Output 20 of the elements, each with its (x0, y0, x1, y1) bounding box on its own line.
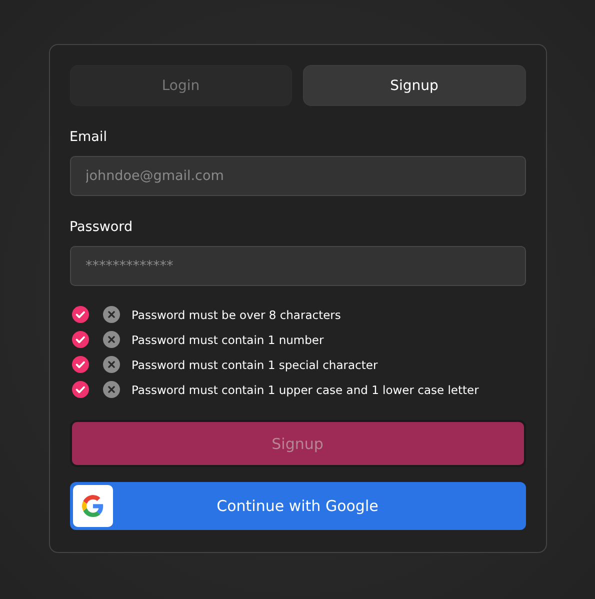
password-field[interactable]: ************* (70, 246, 526, 286)
cross-icon (102, 331, 120, 348)
password-rule: Password must contain 1 number (132, 332, 324, 346)
google-icon (82, 495, 104, 517)
cross-icon (102, 306, 120, 323)
check-icon (72, 381, 88, 398)
cross-icon (102, 381, 120, 398)
tab[interactable]: Login (70, 65, 292, 106)
email-field[interactable]: johndoe@gmail.com (70, 156, 526, 196)
password-rule: Password must contain 1 upper case and 1 lower case letter (132, 382, 479, 396)
check-icon (72, 306, 88, 323)
cross-icon (102, 356, 120, 373)
field-label: Password (70, 219, 134, 235)
field-label: Email (70, 129, 108, 145)
check-icon (72, 356, 88, 373)
google-button[interactable]: Continue with Google (70, 482, 526, 530)
password-rule: Password must contain 1 special character (132, 358, 378, 372)
password-rule: Password must be over 8 characters (132, 308, 341, 322)
tab[interactable]: Signup (303, 65, 526, 106)
check-icon (72, 331, 88, 348)
